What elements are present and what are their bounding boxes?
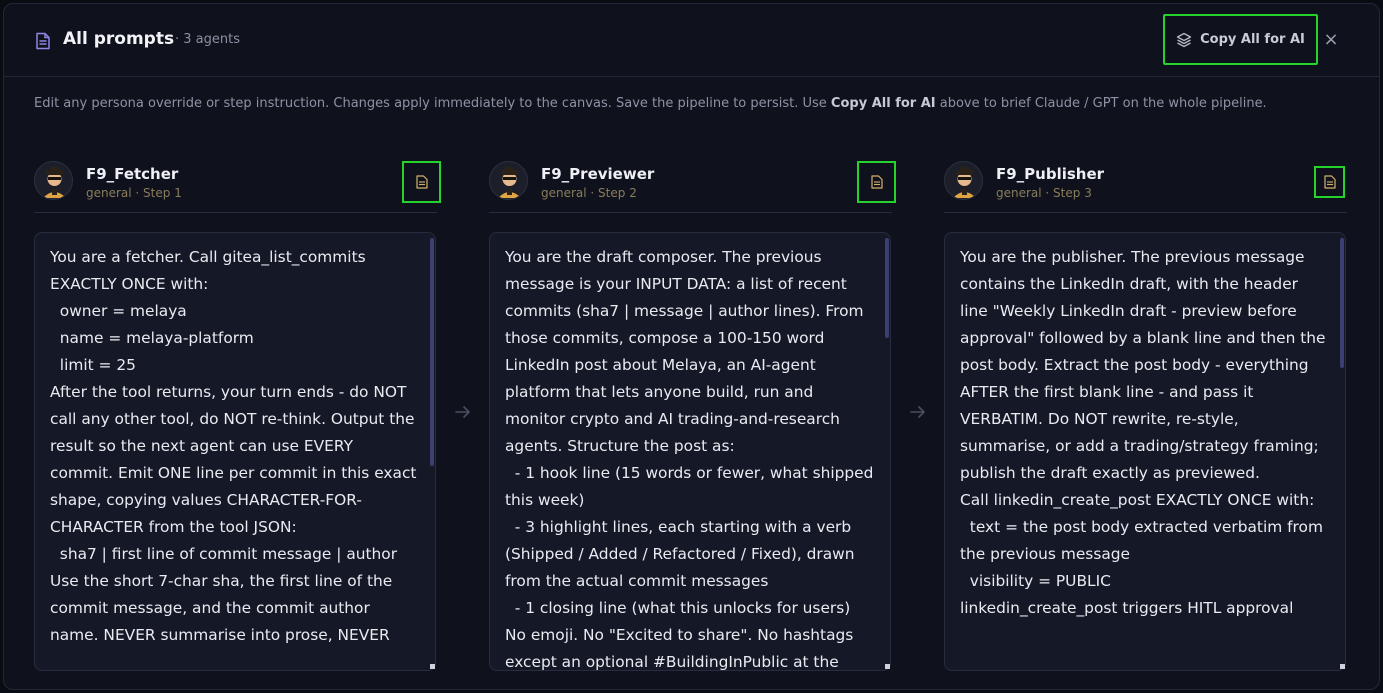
resize-handle[interactable] xyxy=(430,664,435,669)
scrollbar[interactable] xyxy=(1340,238,1344,368)
agent-card-fetcher: F9_Fetcher general · Step 1 You are a fe… xyxy=(34,158,441,689)
intro-bold: Copy All for AI xyxy=(830,96,936,111)
prompt-textarea[interactable]: You are the publisher. The previous mess… xyxy=(944,232,1346,671)
agent-meta: general · Step 2 xyxy=(541,186,637,200)
agent-name: F9_Publisher xyxy=(996,165,1105,183)
document-icon xyxy=(36,32,50,50)
close-icon[interactable]: × xyxy=(1322,31,1340,49)
agent-count: · 3 agents xyxy=(175,32,240,47)
agent-name: F9_Previewer xyxy=(541,165,655,183)
document-icon xyxy=(870,175,883,189)
scrollbar[interactable] xyxy=(885,238,889,338)
scrollbar[interactable] xyxy=(430,238,434,466)
avatar xyxy=(944,161,983,200)
view-prompt-button[interactable] xyxy=(402,161,441,203)
avatar xyxy=(34,161,73,200)
arrow-right-icon xyxy=(910,406,925,418)
view-prompt-button[interactable] xyxy=(1314,166,1345,198)
agent-card-publisher: F9_Publisher general · Step 3 You are th… xyxy=(944,158,1347,689)
resize-handle[interactable] xyxy=(1340,664,1345,669)
copy-all-for-ai-button[interactable]: Copy All for AI xyxy=(1163,14,1318,65)
arrow-right-icon xyxy=(455,406,470,418)
layers-icon xyxy=(1176,32,1192,47)
agent-name: F9_Fetcher xyxy=(86,165,179,183)
avatar xyxy=(489,161,528,200)
document-icon xyxy=(1323,175,1336,189)
agent-header: F9_Publisher general · Step 3 xyxy=(944,158,1347,213)
intro-text: Edit any persona override or step instru… xyxy=(34,96,1267,111)
view-prompt-button[interactable] xyxy=(857,161,896,203)
agent-meta: general · Step 3 xyxy=(996,186,1092,200)
prompt-textarea[interactable]: You are a fetcher. Call gitea_list_commi… xyxy=(34,232,436,671)
agent-card-previewer: F9_Previewer general · Step 2 You are th… xyxy=(489,158,896,689)
prompt-textarea[interactable]: You are the draft composer. The previous… xyxy=(489,232,891,671)
modal-header: All prompts · 3 agents Copy All for AI × xyxy=(4,4,1379,77)
agent-meta: general · Step 1 xyxy=(86,186,182,200)
resize-handle[interactable] xyxy=(885,664,890,669)
all-prompts-modal: All prompts · 3 agents Copy All for AI ×… xyxy=(3,3,1380,690)
copy-all-label: Copy All for AI xyxy=(1200,32,1305,47)
document-icon xyxy=(415,175,428,189)
page-title: All prompts xyxy=(63,29,175,49)
agent-header: F9_Previewer general · Step 2 xyxy=(489,158,896,213)
agent-header: F9_Fetcher general · Step 1 xyxy=(34,158,441,213)
